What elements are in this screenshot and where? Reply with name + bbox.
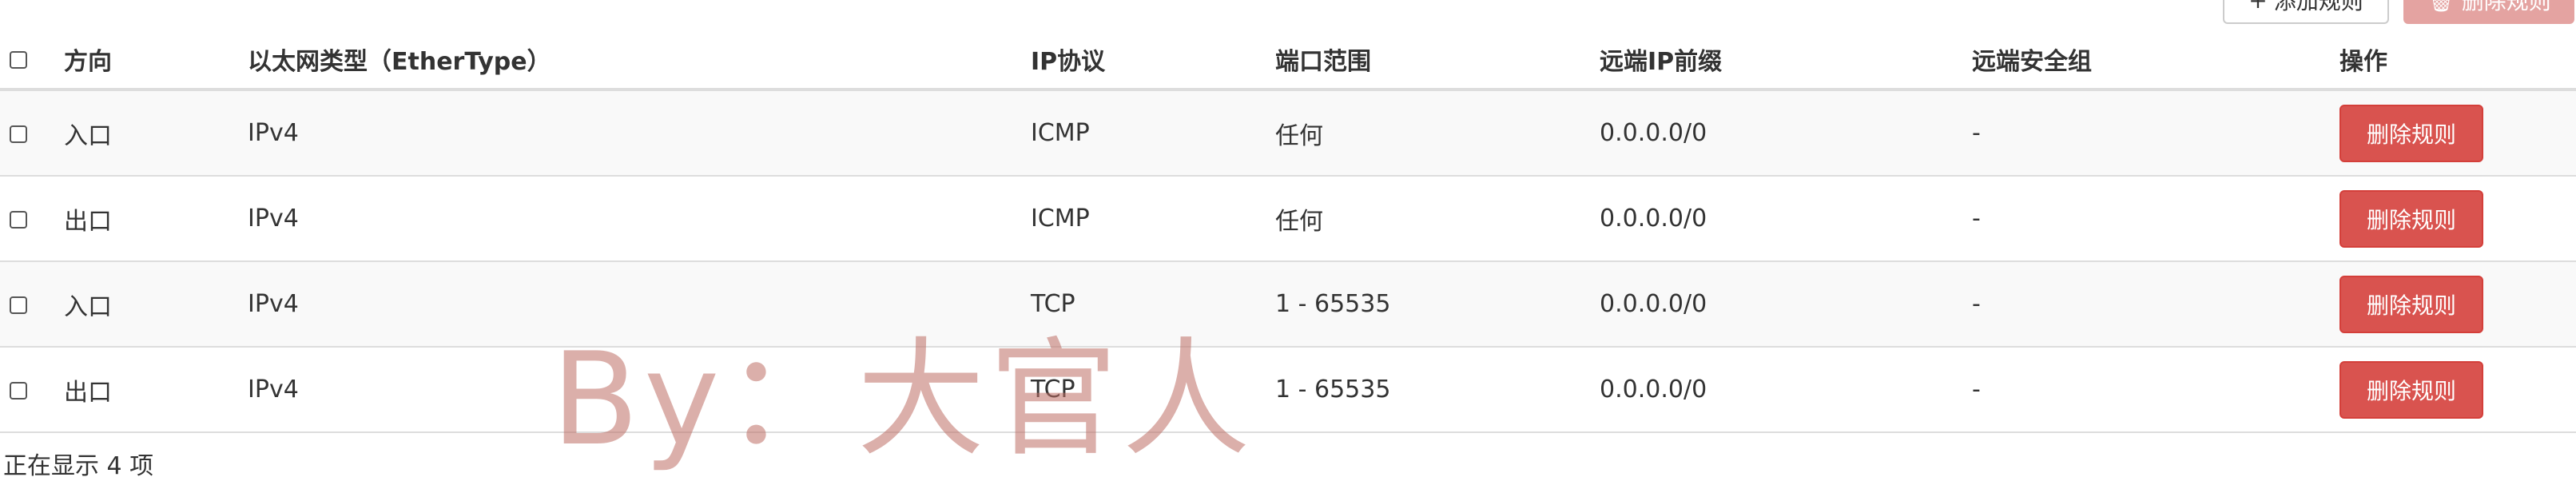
header-remote-group[interactable]: 远端安全组	[1972, 30, 2339, 91]
cell-actions: 删除规则	[2339, 176, 2576, 262]
cell-port-range: 1 - 65535	[1275, 261, 1600, 348]
header-direction[interactable]: 方向	[64, 30, 248, 91]
row-checkbox[interactable]	[10, 381, 27, 400]
cell-direction: 出口	[64, 347, 248, 433]
cell-ethertype: IPv4	[248, 347, 1031, 433]
cell-direction: 出口	[64, 176, 248, 262]
cell-remote-group: -	[1972, 347, 2339, 433]
row-select-cell	[0, 261, 64, 348]
cell-port-range: 任何	[1275, 89, 1600, 177]
security-group-rules-page: + 添加规则 🗑 删除规则 方向 以太网类型（EtherType） IP协议 端…	[0, 0, 2576, 489]
row-checkbox[interactable]	[10, 125, 27, 143]
cell-actions: 删除规则	[2339, 261, 2576, 348]
row-select-cell	[0, 89, 64, 177]
delete-rule-button[interactable]: 删除规则	[2339, 189, 2483, 248]
cell-port-range: 任何	[1275, 176, 1600, 262]
header-protocol[interactable]: IP协议	[1031, 30, 1275, 91]
cell-direction: 入口	[64, 89, 248, 177]
cell-remote-ip: 0.0.0.0/0	[1600, 89, 1972, 177]
trash-icon: 🗑	[2427, 0, 2455, 14]
cell-protocol: TCP	[1031, 347, 1275, 433]
row-select-cell	[0, 176, 64, 262]
plus-icon: +	[2248, 0, 2268, 14]
header-remote-ip[interactable]: 远端IP前缀	[1600, 30, 1972, 91]
row-checkbox[interactable]	[10, 210, 27, 229]
table-row: 入口 IPv4 ICMP 任何 0.0.0.0/0 - 删除规则	[0, 89, 2576, 177]
cell-protocol: ICMP	[1031, 176, 1275, 262]
cell-protocol: ICMP	[1031, 89, 1275, 177]
cell-ethertype: IPv4	[248, 261, 1031, 348]
header-actions: 操作	[2339, 30, 2576, 91]
item-count-text: 正在显示 4 项	[3, 452, 154, 480]
cell-remote-group: -	[1972, 261, 2339, 348]
header-ethertype[interactable]: 以太网类型（EtherType）	[248, 30, 1031, 91]
cell-actions: 删除规则	[2339, 89, 2576, 177]
cell-remote-group: -	[1972, 89, 2339, 177]
select-all-cell	[0, 30, 64, 91]
cell-remote-ip: 0.0.0.0/0	[1600, 261, 1972, 348]
delete-rules-label: 删除规则	[2461, 0, 2551, 14]
header-port-range[interactable]: 端口范围	[1275, 30, 1600, 91]
row-checkbox[interactable]	[10, 296, 27, 314]
cell-ethertype: IPv4	[248, 176, 1031, 262]
table-row: 出口 IPv4 TCP 1 - 65535 0.0.0.0/0 - 删除规则	[0, 347, 2576, 433]
delete-rule-button[interactable]: 删除规则	[2339, 275, 2483, 333]
add-rule-label: 添加规则	[2273, 0, 2363, 14]
cell-port-range: 1 - 65535	[1275, 347, 1600, 433]
cell-direction: 入口	[64, 261, 248, 348]
cell-protocol: TCP	[1031, 261, 1275, 348]
table-row: 出口 IPv4 ICMP 任何 0.0.0.0/0 - 删除规则	[0, 176, 2576, 262]
delete-rule-button[interactable]: 删除规则	[2339, 360, 2483, 419]
add-rule-button[interactable]: + 添加规则	[2223, 0, 2389, 24]
table-row: 入口 IPv4 TCP 1 - 65535 0.0.0.0/0 - 删除规则	[0, 261, 2576, 348]
cell-actions: 删除规则	[2339, 347, 2576, 433]
row-select-cell	[0, 347, 64, 433]
cell-remote-group: -	[1972, 176, 2339, 262]
cell-remote-ip: 0.0.0.0/0	[1600, 176, 1972, 262]
delete-rule-button[interactable]: 删除规则	[2339, 104, 2483, 162]
table-header-row: 方向 以太网类型（EtherType） IP协议 端口范围 远端IP前缀 远端安…	[0, 30, 2576, 91]
delete-rules-button[interactable]: 🗑 删除规则	[2403, 0, 2574, 24]
cell-remote-ip: 0.0.0.0/0	[1600, 347, 1972, 433]
cell-ethertype: IPv4	[248, 89, 1031, 177]
rules-table: 方向 以太网类型（EtherType） IP协议 端口范围 远端IP前缀 远端安…	[0, 30, 2576, 433]
select-all-checkbox[interactable]	[10, 51, 27, 69]
